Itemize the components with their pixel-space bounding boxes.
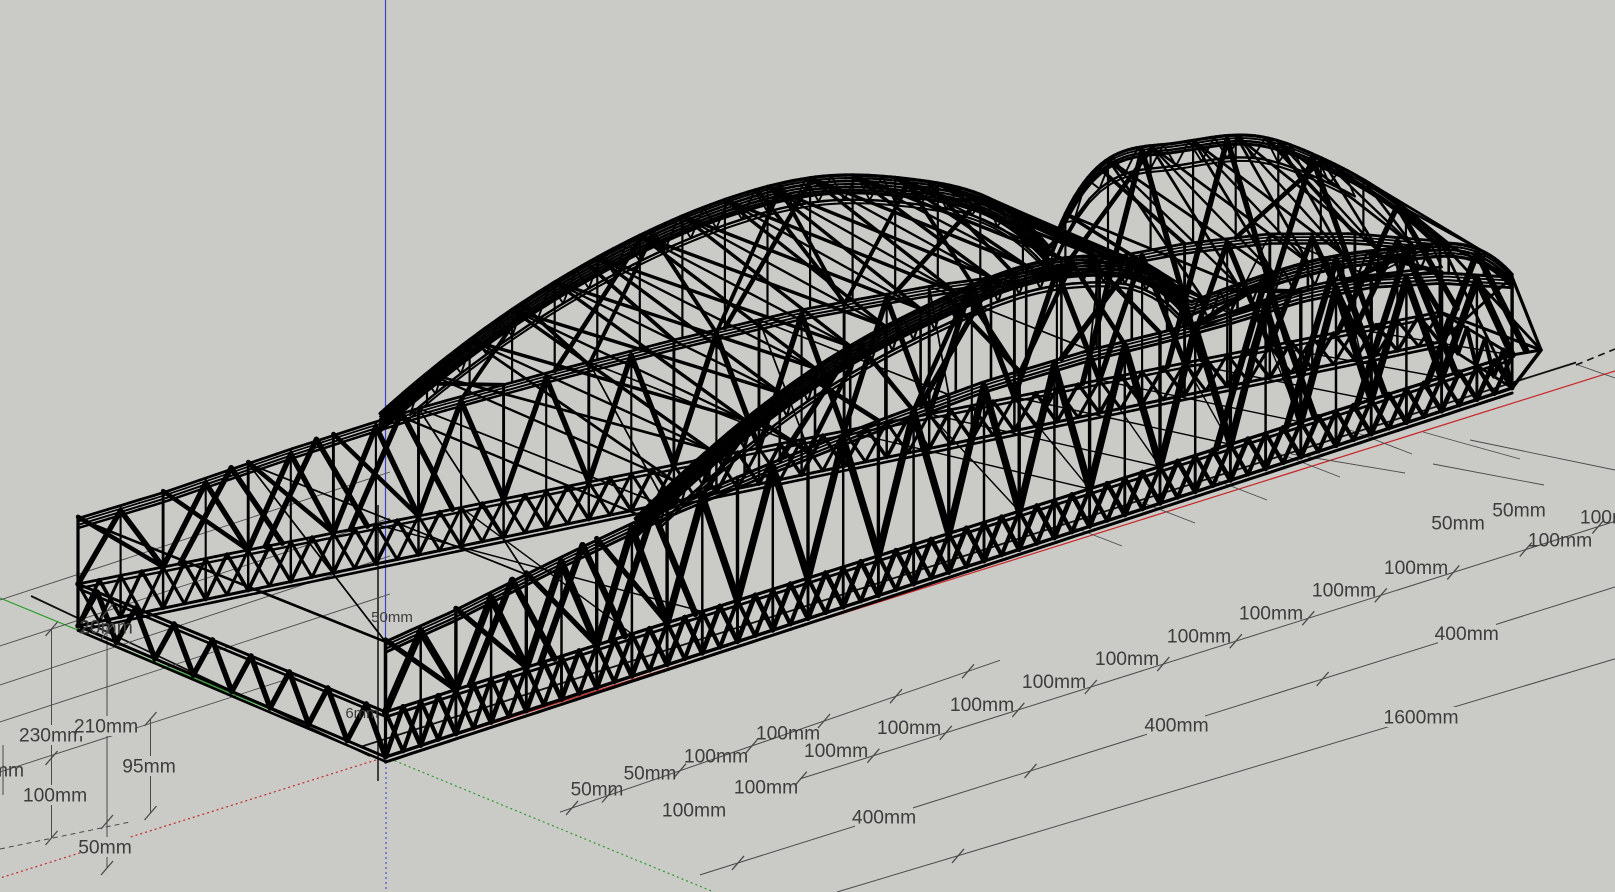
svg-text:95mm: 95mm	[122, 757, 176, 778]
svg-text:100mm: 100mm	[1095, 649, 1159, 670]
svg-text:100mm: 100mm	[23, 786, 87, 807]
svg-text:100mm: 100mm	[1528, 531, 1592, 552]
svg-text:100mm: 100mm	[734, 778, 798, 799]
svg-text:100mm: 100mm	[756, 724, 820, 745]
svg-text:400mm: 400mm	[852, 808, 916, 829]
svg-text:100mm: 100mm	[1384, 558, 1448, 579]
svg-text:50mm: 50mm	[1492, 501, 1546, 522]
svg-text:210mm: 210mm	[74, 717, 138, 738]
svg-text:50mm: 50mm	[624, 764, 677, 785]
svg-text:50mm: 50mm	[371, 609, 413, 626]
svg-text:50mm: 50mm	[571, 780, 624, 801]
svg-text:6mm: 6mm	[345, 705, 378, 722]
svg-text:100mm: 100mm	[1022, 672, 1086, 693]
svg-text:100mm: 100mm	[1239, 604, 1303, 625]
svg-text:100mm: 100mm	[684, 747, 748, 768]
svg-text:mm: mm	[0, 761, 24, 782]
svg-text:100mm: 100mm	[950, 695, 1014, 716]
svg-text:50mm: 50mm	[1431, 514, 1485, 535]
svg-text:400mm: 400mm	[1144, 716, 1208, 737]
svg-text:100mm: 100mm	[662, 801, 726, 822]
svg-text:100mm: 100mm	[877, 718, 941, 739]
svg-text:1600mm: 1600mm	[1383, 708, 1458, 729]
svg-text:20mm: 20mm	[79, 618, 133, 639]
svg-text:100mm: 100mm	[1312, 581, 1376, 602]
svg-text:50mm: 50mm	[78, 838, 132, 859]
svg-text:100mm: 100mm	[1580, 508, 1615, 529]
svg-text:400mm: 400mm	[1435, 624, 1499, 645]
svg-text:100mm: 100mm	[1167, 626, 1231, 647]
